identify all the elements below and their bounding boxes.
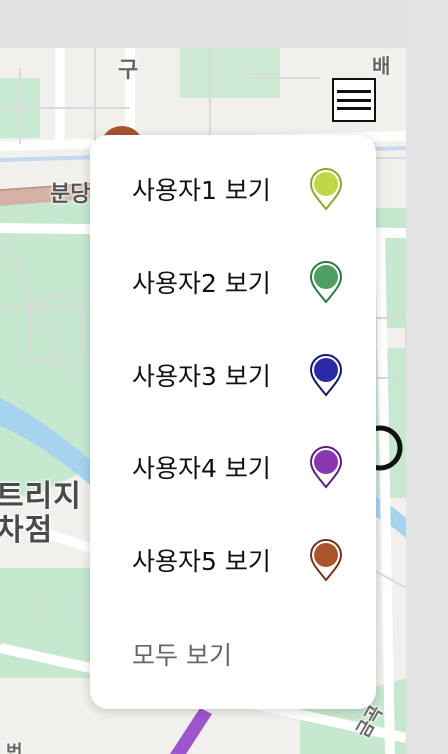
map-pin-icon — [309, 539, 343, 582]
map-place-label: 트리지 차점 — [0, 479, 82, 548]
menu-item-label: 사용자5 보기 — [132, 547, 271, 576]
user-filter-menu: 사용자1 보기 사용자2 보기 사용자3 보기 사용자4 보기 사용자5 보기 … — [90, 135, 376, 709]
map-label: 배 — [372, 54, 391, 79]
menu-bar — [337, 98, 371, 102]
menu-item-user2[interactable]: 사용자2 보기 — [90, 252, 376, 312]
menu-item-user5[interactable]: 사용자5 보기 — [90, 530, 376, 590]
menu-item-label: 사용자3 보기 — [132, 362, 271, 391]
map-place-label-line: 트리지 — [0, 479, 82, 514]
map-pin-icon — [309, 446, 343, 489]
menu-item-label: 모두 보기 — [132, 641, 232, 670]
screen: 구 배 분당 트리지 차점 번 금곡 사용자1 보기 사용자2 보기 사용자3 … — [0, 0, 448, 754]
menu-item-label: 사용자2 보기 — [132, 269, 271, 298]
menu-item-user1[interactable]: 사용자1 보기 — [90, 159, 376, 219]
menu-item-label: 사용자1 보기 — [132, 176, 271, 205]
map-pin-icon — [309, 261, 343, 304]
map-label: 구 — [118, 58, 139, 84]
map-pin-icon — [309, 354, 343, 397]
hamburger-menu-button[interactable] — [332, 78, 376, 122]
menu-item-user3[interactable]: 사용자3 보기 — [90, 345, 376, 405]
map-label: 분당 — [50, 182, 91, 208]
menu-item-show-all[interactable]: 모두 보기 — [90, 624, 376, 684]
menu-bar — [337, 89, 371, 93]
map-label: 번 — [6, 742, 23, 754]
screen-edge — [406, 0, 448, 754]
menu-bar — [337, 107, 371, 111]
menu-item-label: 사용자4 보기 — [132, 454, 271, 483]
menu-item-user4[interactable]: 사용자4 보기 — [90, 437, 376, 497]
map-place-label-line: 차점 — [0, 513, 54, 548]
map-pin-icon — [309, 168, 343, 211]
